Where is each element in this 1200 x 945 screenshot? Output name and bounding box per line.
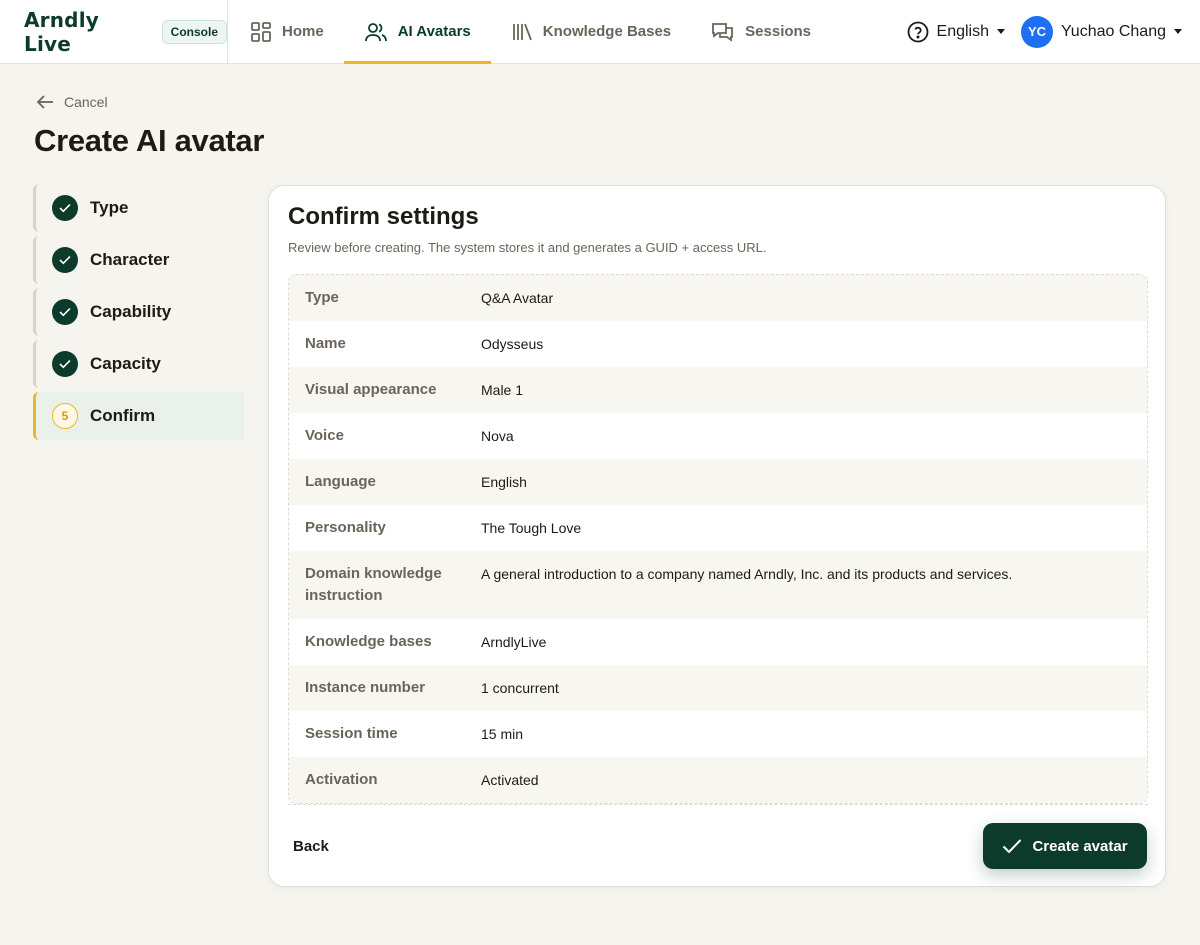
summary-row: Type Q&A Avatar [289, 275, 1147, 321]
step-capacity[interactable]: Capacity [33, 340, 244, 388]
summary-row: Knowledge bases ArndlyLive [289, 619, 1147, 665]
nav-sessions-label: Sessions [745, 23, 812, 40]
summary-key: Domain knowledge instruction [305, 565, 442, 604]
settings-summary: Type Q&A Avatar Name Odysseus Visual app… [288, 274, 1148, 804]
language-label: English [936, 22, 990, 40]
summary-value: A general introduction to a company name… [481, 566, 1013, 582]
summary-row: Instance number 1 concurrent [289, 665, 1147, 711]
summary-value: ArndlyLive [481, 634, 547, 650]
stepper: Type Character Capability Capacity 5 Con… [33, 184, 244, 444]
step-character[interactable]: Character [33, 236, 244, 284]
summary-value: Odysseus [481, 336, 544, 352]
avatar: YC [1021, 15, 1054, 48]
summary-row: Domain knowledge instruction A general i… [289, 551, 1147, 619]
confirm-card: Confirm settings Review before creating.… [268, 185, 1166, 887]
user-menu[interactable]: YC Yuchao Chang [1021, 15, 1182, 48]
summary-value: Male 1 [481, 382, 524, 398]
nav-ai-avatars-label: AI Avatars [397, 23, 471, 40]
arrow-left-icon [36, 95, 53, 109]
summary-value: 1 concurrent [481, 680, 559, 696]
nav-sessions[interactable]: Sessions [691, 0, 831, 63]
nav-knowledge-bases[interactable]: Knowledge Bases [491, 0, 691, 63]
divider [288, 804, 1148, 805]
summary-row: Session time 15 min [289, 711, 1147, 757]
chevron-down-icon [997, 29, 1006, 34]
summary-row: Activation Activated [289, 757, 1147, 803]
step-type[interactable]: Type [33, 184, 244, 232]
cancel-label: Cancel [64, 94, 108, 110]
summary-key: Voice [305, 427, 344, 444]
check-icon [52, 247, 78, 273]
nav-ai-avatars[interactable]: AI Avatars [343, 0, 491, 64]
card-subtitle: Review before creating. The system store… [288, 240, 767, 255]
step-confirm[interactable]: 5 Confirm [33, 392, 244, 440]
chevron-down-icon [1174, 29, 1182, 34]
summary-value: Q&A Avatar [481, 290, 554, 306]
summary-key: Knowledge bases [305, 633, 432, 650]
top-right-controls: English YC Yuchao Chang [907, 0, 1182, 63]
summary-key: Activation [305, 771, 378, 788]
nav-home[interactable]: Home [230, 0, 344, 63]
logo[interactable]: Arndly Live [24, 8, 152, 56]
summary-key: Personality [305, 519, 386, 536]
summary-value: 15 min [481, 726, 524, 742]
summary-value: English [481, 474, 527, 490]
create-avatar-label: Create avatar [1032, 837, 1128, 855]
language-selector[interactable]: English [907, 21, 1006, 43]
check-icon [52, 351, 78, 377]
top-bar: Arndly Live Console Home AI Avatars Know… [0, 0, 1200, 64]
user-name: Yuchao Chang [1061, 22, 1166, 40]
step-label: Confirm [90, 406, 156, 425]
step-number: 5 [52, 403, 78, 429]
summary-row: Voice Nova [289, 413, 1147, 459]
library-icon [512, 23, 532, 40]
help-circle-icon [907, 21, 928, 42]
create-avatar-button[interactable]: Create avatar [983, 823, 1147, 869]
nav-home-label: Home [282, 23, 324, 40]
nav-knowledge-bases-label: Knowledge Bases [542, 23, 672, 40]
main-nav: Home AI Avatars Knowledge Bases Sessions [230, 0, 831, 64]
step-label: Character [90, 250, 170, 269]
grid-icon [251, 21, 271, 42]
check-icon [52, 195, 78, 221]
summary-key: Type [305, 289, 339, 306]
summary-value: Activated [481, 772, 539, 788]
console-badge: Console [161, 19, 227, 44]
back-button[interactable]: Back [293, 834, 353, 858]
users-icon [364, 22, 387, 41]
summary-row: Visual appearance Male 1 [289, 367, 1147, 413]
summary-key: Session time [305, 725, 398, 742]
summary-row: Language English [289, 459, 1147, 505]
step-label: Type [90, 198, 129, 217]
card-title: Confirm settings [288, 203, 479, 230]
brand-area: Arndly Live Console [0, 0, 228, 63]
cancel-link[interactable]: Cancel [36, 94, 108, 110]
step-capability[interactable]: Capability [33, 288, 244, 336]
summary-row: Personality The Tough Love [289, 505, 1147, 551]
summary-key: Language [305, 473, 376, 490]
summary-key: Name [305, 335, 346, 352]
step-label: Capacity [90, 354, 161, 373]
check-icon [1003, 839, 1022, 854]
chat-icon [712, 22, 734, 42]
step-label: Capability [90, 302, 172, 321]
check-icon [52, 299, 78, 325]
summary-key: Instance number [305, 679, 426, 696]
summary-row: Name Odysseus [289, 321, 1147, 367]
summary-key: Visual appearance [305, 381, 437, 398]
page-title: Create AI avatar [34, 123, 265, 158]
summary-value: Nova [481, 428, 514, 444]
summary-value: The Tough Love [481, 520, 582, 536]
